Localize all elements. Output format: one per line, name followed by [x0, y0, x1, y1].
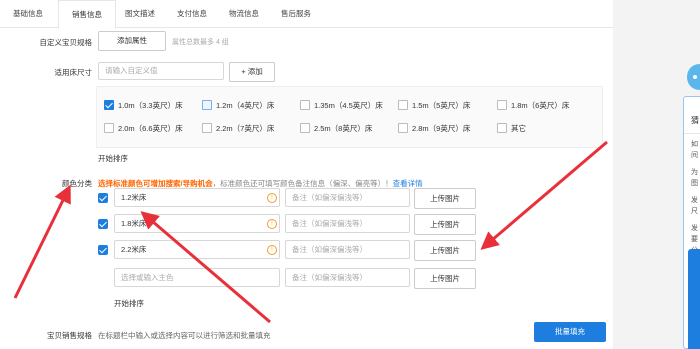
- annotation-arrow: [140, 211, 271, 324]
- annotation-arrows: [13, 140, 608, 324]
- annotation-arrow: [13, 184, 71, 299]
- annotation-arrow: [480, 140, 608, 250]
